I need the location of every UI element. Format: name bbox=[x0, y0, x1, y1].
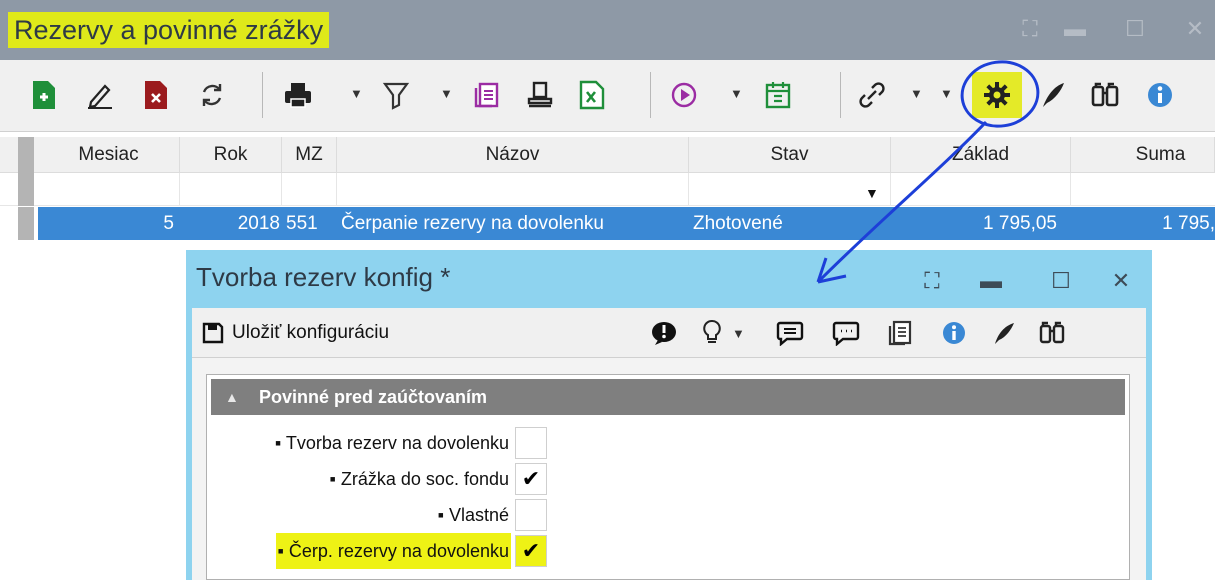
info-icon[interactable] bbox=[1140, 70, 1180, 120]
dialog-restore-button[interactable]: ☐ bbox=[1041, 266, 1081, 296]
stav-filter-dropdown-icon[interactable]: ▼ bbox=[865, 185, 879, 201]
edit-icon[interactable] bbox=[80, 70, 120, 120]
play-icon[interactable] bbox=[664, 70, 704, 120]
config-label: ▪ Tvorba rezerv na dovolenku bbox=[274, 433, 509, 453]
new-doc-icon[interactable] bbox=[24, 70, 64, 120]
title-highlight: Rezervy a povinné zrážky bbox=[8, 12, 330, 48]
config-row: ▪ Tvorba rezerv na dovolenku bbox=[217, 425, 547, 461]
minimize-button[interactable]: ▬ bbox=[1055, 14, 1095, 44]
config-label: ▪ Vlastné bbox=[437, 505, 509, 525]
chevron-up-icon[interactable]: ▲ bbox=[225, 379, 239, 415]
dialog-close-button[interactable]: ✕ bbox=[1101, 266, 1141, 296]
quill-icon[interactable] bbox=[986, 316, 1022, 350]
dialog-fullscreen-button[interactable]: ⛶ bbox=[912, 266, 952, 296]
toolbar-separator bbox=[262, 72, 263, 118]
column-header-stav[interactable]: Stav bbox=[689, 137, 891, 173]
config-checkbox[interactable]: ✔ bbox=[515, 463, 547, 495]
filter-dropdown-arrow[interactable]: ▼ bbox=[440, 86, 453, 101]
config-panel: ▲ Povinné pred zaúčtovaním ▪ Tvorba reze… bbox=[206, 374, 1130, 580]
row-indicator bbox=[18, 173, 34, 206]
fullscreen-button[interactable]: ⛶ bbox=[1010, 14, 1050, 44]
calendar-icon[interactable] bbox=[758, 70, 798, 120]
delete-doc-icon[interactable] bbox=[136, 70, 176, 120]
hint-dropdown-arrow[interactable]: ▼ bbox=[732, 326, 745, 341]
cell-rok: 2018 bbox=[237, 213, 280, 234]
row-indicator bbox=[18, 207, 34, 240]
config-row: ▪ Čerp. rezervy na dovolenku ✔ bbox=[217, 533, 547, 569]
notes-icon[interactable] bbox=[882, 316, 918, 350]
binoculars-icon[interactable] bbox=[1085, 70, 1125, 120]
filter-cell[interactable] bbox=[180, 173, 282, 206]
cell-zaklad: 1 795,05 bbox=[983, 213, 1057, 234]
dialog-body: Uložiť konfiguráciu ▼ ▲ Povinné pred zaú… bbox=[192, 308, 1146, 580]
column-header-rok[interactable]: Rok bbox=[180, 137, 282, 173]
quill-icon[interactable] bbox=[1033, 70, 1073, 120]
toolbar-separator bbox=[840, 72, 841, 118]
binoculars-icon[interactable] bbox=[1034, 316, 1070, 350]
settings-icon[interactable] bbox=[977, 70, 1017, 120]
play-dropdown-arrow[interactable]: ▼ bbox=[730, 86, 743, 101]
comments-icon[interactable] bbox=[828, 316, 864, 350]
dialog-minimize-button[interactable]: ▬ bbox=[971, 266, 1011, 296]
restore-button[interactable]: ☐ bbox=[1115, 14, 1155, 44]
config-dialog: Tvorba rezerv konfig * ⛶ ▬ ☐ ✕ Uložiť ko… bbox=[186, 250, 1152, 580]
cell-mz: 551 bbox=[286, 213, 318, 234]
cell-nazov: Čerpanie rezervy na dovolenku bbox=[341, 213, 604, 234]
column-header-zaklad[interactable]: Základ bbox=[891, 137, 1071, 173]
close-button[interactable]: ✕ bbox=[1175, 14, 1215, 44]
filter-row[interactable]: ▼ bbox=[0, 173, 1215, 206]
column-header-nazov[interactable]: Názov bbox=[337, 137, 689, 173]
dialog-toolbar: Uložiť konfiguráciu ▼ bbox=[192, 308, 1146, 358]
group-title: Povinné pred zaúčtovaním bbox=[259, 387, 488, 407]
config-checkbox[interactable] bbox=[515, 427, 547, 459]
dialog-title: Tvorba rezerv konfig * bbox=[196, 262, 451, 292]
title-bar[interactable]: Rezervy a povinné zrážky ⛶ ▬ ☐ ✕ bbox=[0, 0, 1215, 60]
group-header[interactable]: ▲ Povinné pred zaúčtovaním bbox=[211, 379, 1125, 415]
filter-cell[interactable] bbox=[282, 173, 337, 206]
link-dropdown-arrow[interactable]: ▼ bbox=[910, 86, 923, 101]
filter-icon[interactable] bbox=[376, 70, 416, 120]
refresh-icon[interactable] bbox=[192, 70, 232, 120]
config-checkbox-highlighted[interactable]: ✔ bbox=[515, 535, 547, 567]
excel-icon[interactable] bbox=[572, 70, 612, 120]
save-config-button[interactable]: Uložiť konfiguráciu bbox=[202, 316, 389, 350]
filter-cell[interactable] bbox=[337, 173, 689, 206]
column-header-mz[interactable]: MZ bbox=[282, 137, 337, 173]
filter-cell[interactable] bbox=[38, 173, 180, 206]
toolbar-separator bbox=[650, 72, 651, 118]
link-icon[interactable] bbox=[852, 70, 892, 120]
print-icon[interactable] bbox=[278, 70, 318, 120]
config-row: ▪ Zrážka do soc. fondu ✔ bbox=[217, 461, 547, 497]
important-icon[interactable] bbox=[646, 316, 682, 350]
cell-mesiac: 5 bbox=[163, 213, 174, 234]
config-label: ▪ Zrážka do soc. fondu bbox=[329, 469, 509, 489]
filter-cell[interactable] bbox=[891, 173, 1071, 206]
more-dropdown-arrow[interactable]: ▼ bbox=[940, 86, 953, 101]
config-label-highlighted: ▪ Čerp. rezervy na dovolenku bbox=[275, 533, 511, 569]
print-dropdown-arrow[interactable]: ▼ bbox=[350, 86, 363, 101]
cell-stav: Zhotovené bbox=[693, 213, 783, 234]
column-header-mesiac[interactable]: Mesiac bbox=[38, 137, 180, 173]
save-config-label: Uložiť konfiguráciu bbox=[232, 322, 390, 343]
info-icon[interactable] bbox=[936, 316, 972, 350]
cell-suma: 1 795, bbox=[1162, 213, 1215, 234]
row-indicator bbox=[18, 137, 34, 173]
grid-header: Mesiac Rok MZ Názov Stav Základ Suma bbox=[0, 137, 1215, 173]
column-header-suma[interactable]: Suma bbox=[1071, 137, 1215, 173]
filter-cell-stav[interactable] bbox=[689, 173, 891, 206]
window-title: Rezervy a povinné zrážky bbox=[14, 15, 324, 45]
notes-icon[interactable] bbox=[466, 70, 506, 120]
comment-icon[interactable] bbox=[772, 316, 808, 350]
config-row: ▪ Vlastné bbox=[217, 497, 547, 533]
hint-icon[interactable] bbox=[694, 316, 730, 350]
table-row[interactable]: 5 2018 551 Čerpanie rezervy na dovolenku… bbox=[38, 207, 1215, 240]
stamp-icon[interactable] bbox=[520, 70, 560, 120]
config-checkbox[interactable] bbox=[515, 499, 547, 531]
save-icon bbox=[202, 322, 224, 344]
